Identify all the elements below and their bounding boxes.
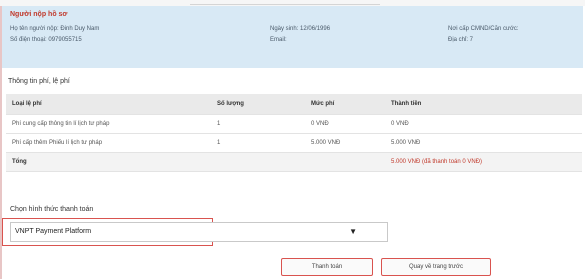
cell-quantity: 1 [211,114,305,134]
submitter-id-issue-place: Nơi cấp CMND/Căn cước: [448,26,519,32]
column-header-fee-rate: Mức phí [305,94,385,115]
submitter-phone: Số điện thoại: 0979055715 [10,37,82,43]
total-row: Tổng 5.000 VNĐ (đã thanh toán 0 VNĐ) [6,152,582,172]
submitter-full-name: Họ tên người nộp: Đinh Duy Nam [10,26,100,32]
column-header-fee-type: Loại lệ phí [6,94,211,115]
submitter-email: Email: [270,37,287,43]
total-value: 5.000 VNĐ (đã thanh toán 0 VNĐ) [385,152,582,172]
payment-method-value: VNPT Payment Platform [15,228,92,235]
back-button[interactable]: Quay về trang trước [381,258,491,276]
cell-amount: 0 VNĐ [385,114,582,134]
cell-fee-type: Phí cấp thêm Phiếu lí lịch tư pháp [6,133,211,153]
table-row: Phí cung cấp thông tin lí lịch tư pháp 1… [6,114,582,134]
payment-method-label: Chọn hình thức thanh toán [10,206,94,213]
total-label: Tổng [6,152,211,172]
column-header-amount: Thành tiền [385,94,582,115]
cell-fee-rate: 0 VNĐ [305,114,385,134]
fee-table-header: Loại lệ phí Số lượng Mức phí Thành tiền [6,94,582,115]
cell-fee-type: Phí cung cấp thông tin lí lịch tư pháp [6,114,211,134]
payment-method-select[interactable]: VNPT Payment Platform ▼ [10,222,388,242]
table-row: Phí cấp thêm Phiếu lí lịch tư pháp 1 5.0… [6,133,582,153]
submitter-heading: Người nộp hồ sơ [10,11,68,18]
pay-button[interactable]: Thanh toán [281,258,373,276]
submitter-info-panel: Người nộp hồ sơ Họ tên người nộp: Đinh D… [2,6,583,68]
caret-down-icon: ▼ [349,227,357,236]
divider [190,0,380,5]
fee-table: Loại lệ phí Số lượng Mức phí Thành tiền … [6,94,582,172]
submitter-birth-date: Ngày sinh: 12/06/1996 [270,26,331,32]
cell-quantity: 1 [211,133,305,153]
fee-section-title: Thông tin phí, lệ phí [8,78,70,85]
cell-amount: 5.000 VNĐ [385,133,582,153]
cell-fee-rate: 5.000 VNĐ [305,133,385,153]
submitter-address: Địa chỉ: 7 [448,37,474,43]
column-header-quantity: Số lượng [211,94,305,115]
